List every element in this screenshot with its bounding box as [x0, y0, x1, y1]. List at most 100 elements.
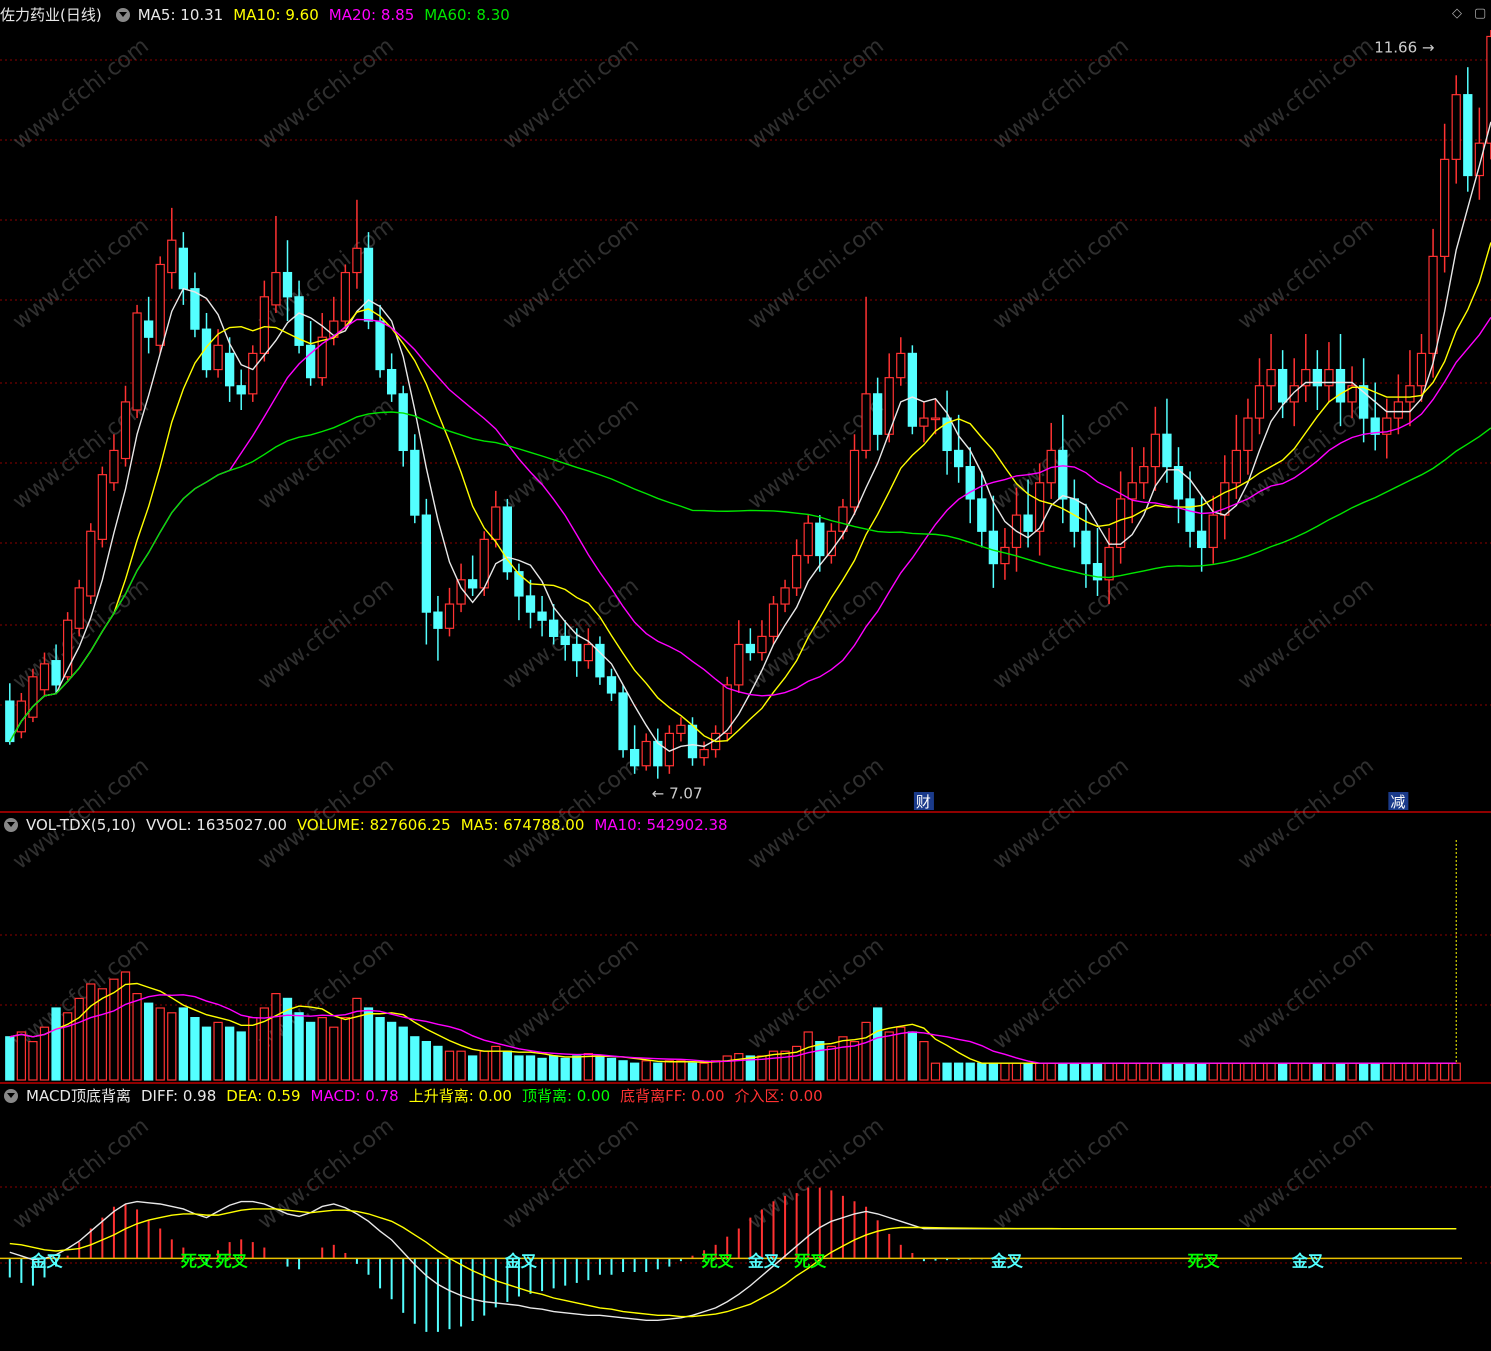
candle-body — [1324, 368, 1334, 387]
volume-bar — [479, 1050, 489, 1081]
volume-bar — [433, 1045, 443, 1081]
volume-bar — [375, 1016, 385, 1081]
candle-body — [896, 352, 906, 379]
candle-body — [849, 449, 860, 508]
volume-bar — [1254, 1062, 1265, 1081]
ma60-value: MA60: 8.30 — [424, 6, 510, 24]
price-panel-header: 佐力药业(日线) MA5: 10.31 MA10: 9.60 MA20: 8.8… — [0, 4, 516, 26]
volume-bar — [965, 1062, 975, 1081]
watermark-text: www.cfchi.com — [1233, 753, 1378, 874]
candle-body — [525, 595, 536, 613]
volume-bar — [1196, 1062, 1207, 1081]
candle-body — [1104, 546, 1114, 581]
volume-bar — [1220, 1062, 1230, 1081]
candle-body — [1115, 498, 1126, 549]
volume-bar — [919, 1040, 929, 1081]
candle-body — [491, 506, 501, 540]
volume-bar — [1046, 1062, 1056, 1081]
watermark-text: www.cfchi.com — [8, 393, 153, 514]
candle-body — [109, 449, 119, 484]
volume-bar — [1416, 1062, 1427, 1081]
candle-body — [537, 611, 547, 621]
candle-body — [699, 748, 709, 759]
volume-bar — [178, 1007, 189, 1081]
volume-bar — [1139, 1062, 1149, 1081]
candle-body — [1000, 546, 1010, 565]
volume-bar — [1289, 1062, 1299, 1081]
candle-body — [51, 660, 61, 686]
watermark-text: www.cfchi.com — [253, 573, 398, 694]
volume-bar — [977, 1062, 987, 1081]
stock-chart[interactable]: www.cfchi.com www.cfchi.com www.cfchi.com w… — [0, 0, 1491, 1351]
volume-bar — [907, 1031, 918, 1081]
candle-body — [953, 449, 964, 468]
watermark-text: www.cfchi.com — [1233, 213, 1378, 334]
candle-body — [97, 474, 108, 540]
volume-bar — [120, 971, 131, 1081]
candle-body — [421, 514, 432, 613]
volume-bar — [502, 1050, 513, 1081]
candle-body — [248, 352, 258, 395]
candle-body — [768, 603, 779, 637]
diamond-icon[interactable]: ◇ — [1452, 6, 1462, 21]
volume-bar — [572, 1055, 582, 1081]
candle-body — [826, 530, 837, 557]
volume-bar — [51, 1007, 61, 1081]
volume-bar — [86, 983, 96, 1081]
event-marker-label: 减 — [1390, 793, 1405, 811]
candle-body — [629, 748, 640, 767]
macd-cross-label: 死叉 — [216, 1251, 249, 1270]
vol-indicator-name: VOL-TDX(5,10) — [26, 816, 137, 834]
macd-cross-label: 死叉 — [181, 1251, 214, 1270]
vol-ma5-value: MA5: 674788.00 — [460, 816, 585, 834]
candle-body — [236, 385, 246, 395]
volume-bar — [1370, 1062, 1380, 1081]
candle-body — [745, 643, 756, 654]
candle-body — [224, 352, 235, 387]
window-icon[interactable]: ▢ — [1474, 6, 1486, 21]
volume-bar — [1347, 1062, 1357, 1081]
candle-body — [1405, 385, 1415, 403]
candle-body — [433, 611, 443, 629]
volume-bar — [826, 1045, 837, 1081]
volume-bar — [722, 1055, 732, 1081]
volume-bar — [132, 992, 142, 1081]
candle-body — [583, 643, 594, 662]
candle-body — [815, 522, 825, 557]
chevron-down-icon[interactable] — [115, 8, 130, 22]
bottom-divergence-value: 底背离FF: 0.00 — [620, 1087, 725, 1105]
volume-bar — [1092, 1062, 1103, 1081]
volume-bar — [1439, 1062, 1450, 1081]
macd-cross-label: 死叉 — [702, 1251, 735, 1270]
volume-bar — [537, 1057, 547, 1081]
candle-body — [143, 320, 154, 338]
candle-body — [872, 393, 883, 435]
volume-bar — [653, 1062, 663, 1081]
chevron-down-icon[interactable] — [4, 818, 18, 832]
volume-bar — [213, 1021, 223, 1081]
watermark-text: www.cfchi.com — [743, 573, 888, 694]
ma20-value: MA20: 8.85 — [328, 6, 415, 24]
volume-bar — [1312, 1062, 1323, 1081]
candle-body — [213, 344, 223, 371]
candle-body — [560, 635, 570, 646]
candle-body — [757, 635, 767, 654]
candle-body — [1127, 482, 1137, 500]
candle-body — [1185, 498, 1195, 532]
volume-panel-header: VOL-TDX(5,10) VVOL: 1635027.00 VOLUME: 8… — [0, 814, 734, 836]
watermark-text: www.cfchi.com — [743, 213, 888, 334]
ma5-value: MA5: 10.31 — [137, 6, 224, 24]
watermark-text: www.cfchi.com — [743, 753, 888, 874]
volume-bar — [884, 1031, 894, 1081]
volume-bar — [224, 1026, 235, 1081]
watermark-text: www.cfchi.com — [253, 33, 398, 154]
candle-body — [502, 506, 513, 573]
candle-body — [1139, 465, 1149, 484]
candle-body — [155, 263, 165, 346]
volume-bar — [259, 1007, 270, 1081]
chevron-down-icon[interactable] — [4, 1089, 18, 1103]
candle-body — [1231, 449, 1242, 484]
vol-ma10-value: MA10: 542902.38 — [594, 816, 728, 834]
volume-bar — [606, 1057, 617, 1081]
candle-body — [1058, 449, 1068, 500]
